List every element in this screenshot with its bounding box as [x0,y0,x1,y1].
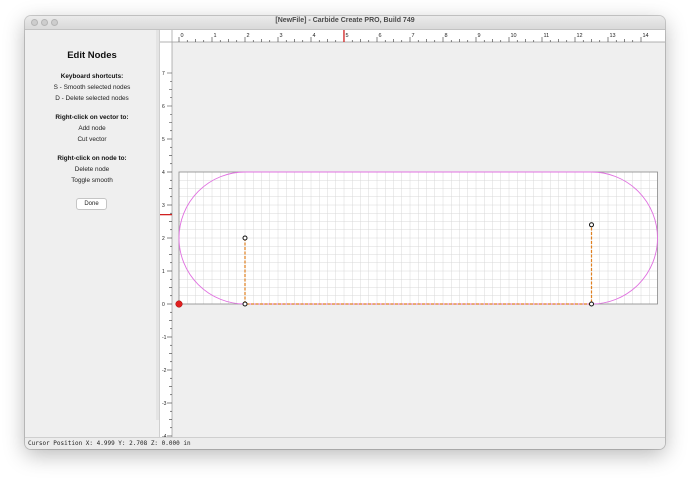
ruler-x-label: 12 [577,33,583,39]
ruler-y-label: 7 [162,71,165,77]
ruler-y-label: 3 [162,203,165,209]
path-node[interactable] [242,235,248,241]
panel-title: Edit Nodes [67,50,117,61]
canvas-svg[interactable]: 0 1 2 3 4 5 6 7 8 9 10 11 12 13 1476543210-1-2-3-4 [160,30,665,437]
ruler-x-label: 5 [346,33,349,39]
ruler-x-label: 10 [511,33,517,39]
ruler-x-label: 3 [280,33,283,39]
ruler-y-label: 6 [162,104,165,110]
shortcut-delete: D - Delete selected nodes [55,95,129,102]
title-bar: [NewFile] - Carbide Create PRO, Build 74… [25,16,665,30]
left-ruler[interactable] [160,30,172,437]
design-canvas[interactable]: 0 1 2 3 4 5 6 7 8 9 10 11 12 13 14 7 6 5 4 3 2 1 0 -1 -2 -3 -4 [160,30,665,437]
ruler-x-label: 8 [445,33,448,39]
cursor-position: Cursor Position X: 4.999 Y: 2.708 Z: 0.0… [28,440,191,447]
ruler-x-label: 1 [214,33,217,39]
path-node[interactable] [589,222,594,228]
ruler-x-label: 4 [313,33,316,39]
edit-nodes-panel: Edit Nodes Keyboard shortcuts: S - Smoot… [25,30,160,437]
keyboard-shortcuts-heading: Keyboard shortcuts: [60,73,124,80]
path-node[interactable] [589,301,594,307]
ruler-x-label: 13 [610,33,616,39]
ruler-y-label: 0 [162,302,165,308]
delete-node-hint: Delete node [74,166,110,173]
ruler-y-label: -3 [162,401,167,407]
ruler-x-label: 6 [379,33,382,39]
ruler-y-label: 4 [162,170,165,176]
shortcut-smooth: S - Smooth selected nodes [53,84,131,91]
toggle-smooth-hint: Toggle smooth [71,177,113,184]
ruler-y-label: -1 [162,335,167,341]
done-button[interactable]: Done [76,198,107,210]
cut-vector-hint: Cut vector [77,136,107,143]
ruler-y-label: 1 [162,269,165,275]
add-node-hint: Add node [78,125,106,132]
ruler-x-label: 9 [478,33,481,39]
status-bar: Cursor Position X: 4.999 Y: 2.708 Z: 0.0… [25,437,665,449]
ruler-x-label: 14 [643,33,649,39]
ruler-x-label: 11 [544,33,550,39]
ruler-y-label: -2 [162,368,167,374]
sidebar-scrollbar[interactable] [156,30,159,420]
app-window: [NewFile] - Carbide Create PRO, Build 74… [25,16,665,449]
ruler-y-label: 2 [162,236,165,242]
vector-rightclick-heading: Right-click on vector to: [55,114,129,121]
path-node[interactable] [242,301,248,307]
ruler-x-label: 7 [412,33,415,39]
ruler-x-label: 0 [181,33,184,39]
node-rightclick-heading: Right-click on node to: [57,155,127,162]
ruler-x-label: 2 [247,33,250,39]
origin-marker [175,300,183,308]
window-title: [NewFile] - Carbide Create PRO, Build 74… [275,17,415,24]
ruler-y-label: 5 [162,137,165,143]
